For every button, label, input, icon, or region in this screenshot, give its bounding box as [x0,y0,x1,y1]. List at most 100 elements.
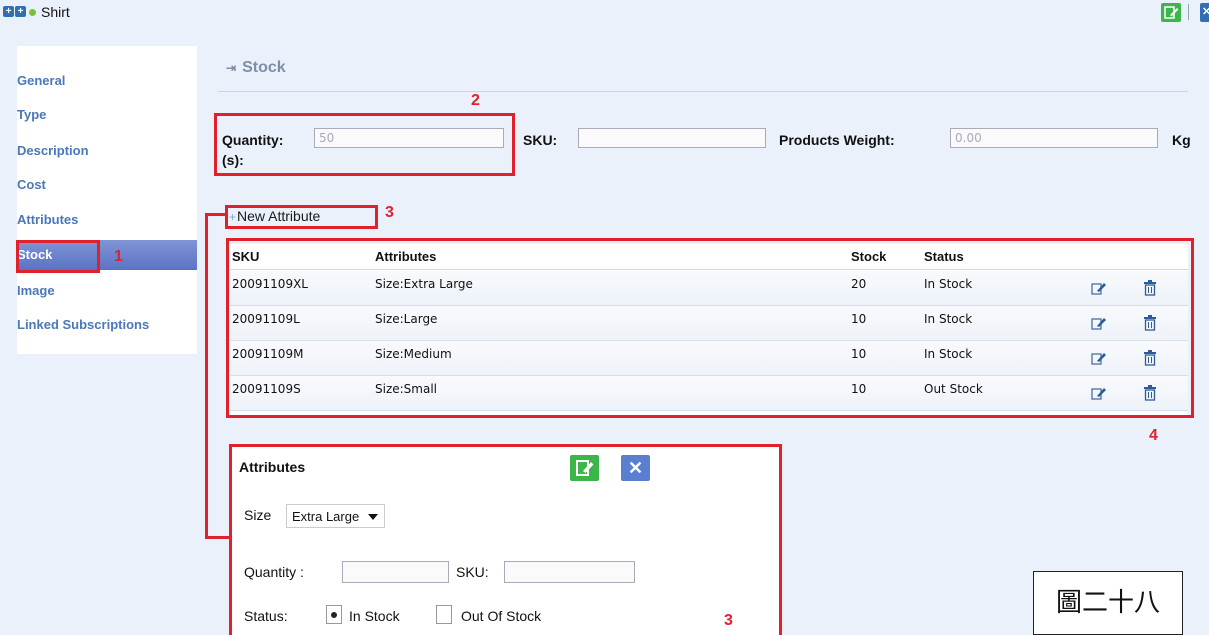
page-title: ⇥ Stock [226,59,286,77]
panel-title: Attributes [239,459,306,475]
weight-label: Products Weight: [779,132,895,148]
new-attribute-label: New Attribute [237,208,321,224]
annotation-number-1: 1 [114,248,123,265]
edit-icon[interactable] [1161,3,1181,22]
chevron-down-icon [368,514,378,520]
status-cell: In Stock [924,277,973,291]
figure-caption: 圖二十八 [1033,571,1183,635]
sidebar-item-cost[interactable]: Cost [17,170,197,200]
sidebar-item-label: Type [17,107,47,122]
sidebar-item-image[interactable]: Image [17,276,197,306]
annotation-number-3b: 3 [724,612,733,629]
edit-icon[interactable] [1091,351,1107,365]
new-attribute-link[interactable]: +New Attribute [229,208,320,224]
quantity-label: Quantity: [222,132,284,148]
in-stock-option-label: In Stock [349,608,400,624]
quantity-field[interactable]: 50 [314,128,504,148]
close-icon[interactable]: ✕ [1200,3,1209,22]
annotation-number-3: 3 [385,204,394,221]
sku-cell: 20091109M [232,347,304,361]
weight-field[interactable]: 0.00 [950,128,1158,148]
sku-cell: 20091109XL [232,277,308,291]
stock-cell: 10 [851,347,867,361]
edit-icon [576,460,594,476]
annotation-connector [205,213,208,539]
close-panel-button[interactable]: ✕ [621,455,650,481]
status-dot-icon [29,9,36,16]
trash-icon[interactable] [1144,350,1156,366]
breadcrumb[interactable]: Shirt [41,4,70,20]
sidebar-item-type[interactable]: Type [17,100,197,130]
sidebar-item-label: Description [17,143,89,158]
size-selected-value: Extra Large [292,509,360,524]
sidebar-item-label: Stock [17,247,53,262]
panel-quantity-field[interactable] [342,561,449,583]
trash-icon[interactable] [1144,280,1156,296]
sidebar-item-label: Linked Subscriptions [17,317,150,332]
sidebar-item-label: Cost [17,177,46,192]
plus-icon: + [229,210,237,224]
weight-unit-label: Kg [1172,132,1191,148]
stock-table: SKU Attributes Stock Status 20091109XL S… [230,244,1188,416]
size-select[interactable]: Extra Large [286,504,385,528]
trash-icon[interactable] [1144,315,1156,331]
close-icon: ✕ [627,458,644,478]
sidebar-item-linked-subscriptions[interactable]: Linked Subscriptions [17,310,197,340]
section-title-text: Stock [242,59,286,76]
edit-icon[interactable] [1091,281,1107,295]
save-attribute-button[interactable] [570,455,599,481]
quantity-unit-label: (s): [222,152,244,168]
stock-cell: 10 [851,382,867,396]
sku-label: SKU: [523,132,558,148]
out-of-stock-option-label: Out Of Stock [461,608,542,624]
sidebar-item-label: Image [17,283,55,298]
expand-icon[interactable]: + [3,6,14,17]
annotation-number-2: 2 [471,92,480,109]
radio-selected-dot [331,612,337,618]
sidebar-item-description[interactable]: Description [17,136,197,166]
sku-field[interactable] [578,128,766,148]
column-header: Stock [851,249,887,264]
top-bar: + + Shirt ✕ [0,0,1209,24]
in-stock-radio[interactable] [326,605,342,624]
sidebar-item-general[interactable]: General [17,66,197,96]
sidebar: General Type Description Cost Attributes… [17,46,197,354]
column-header: Status [924,249,964,264]
sku-label: SKU: [456,564,489,580]
collapse-icon[interactable]: + [15,6,26,17]
status-cell: In Stock [924,347,973,361]
sidebar-item-attributes[interactable]: Attributes [17,205,197,235]
table-row[interactable]: 20091109S Size:Small 10 Out Stock [230,376,1188,411]
divider [218,91,1188,92]
out-of-stock-radio[interactable] [436,605,452,624]
table-header: SKU Attributes Stock Status [230,244,1188,270]
trash-icon[interactable] [1144,385,1156,401]
stock-cell: 20 [851,277,867,291]
status-cell: Out Stock [924,382,983,396]
attributes-cell: Size:Large [375,312,438,326]
attributes-cell: Size:Extra Large [375,277,473,291]
table-row[interactable]: 20091109M Size:Medium 10 In Stock [230,341,1188,376]
edit-icon[interactable] [1091,386,1107,400]
panel-sku-field[interactable] [504,561,635,583]
sku-cell: 20091109S [232,382,301,396]
attributes-panel: Attributes ✕ Size Extra Large Quantity :… [232,447,782,635]
sidebar-item-stock[interactable]: Stock [17,240,197,270]
column-header: Attributes [375,249,437,264]
column-header: SKU [232,249,260,264]
status-label: Status: [244,608,288,624]
annotation-connector [205,213,227,216]
status-cell: In Stock [924,312,973,326]
sku-cell: 20091109L [232,312,300,326]
edit-icon[interactable] [1091,316,1107,330]
section-arrow-icon: ⇥ [226,61,237,75]
table-row[interactable]: 20091109XL Size:Extra Large 20 In Stock [230,271,1188,306]
table-row[interactable]: 20091109L Size:Large 10 In Stock [230,306,1188,341]
annotation-number-4: 4 [1149,427,1158,444]
annotation-connector [205,536,232,539]
sidebar-item-label: General [17,73,66,88]
quantity-label: Quantity : [244,564,304,580]
sidebar-item-label: Attributes [17,212,79,227]
size-label: Size [244,507,272,523]
attributes-cell: Size:Medium [375,347,452,361]
